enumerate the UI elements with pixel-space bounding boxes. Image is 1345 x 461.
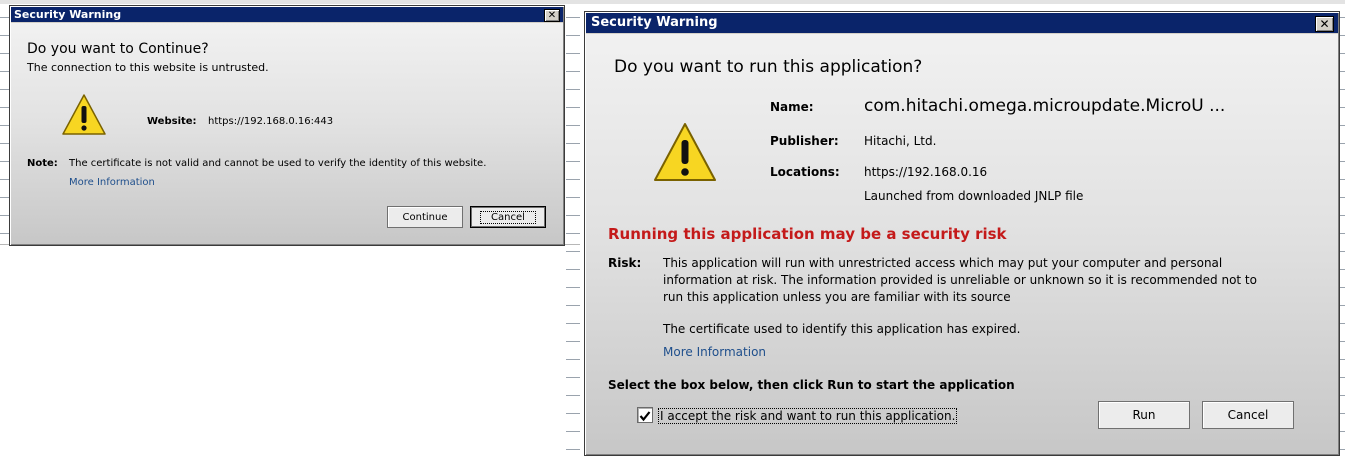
cancel-button[interactable]: Cancel (1202, 401, 1294, 429)
note-text: The certificate is not valid and cannot … (69, 158, 487, 169)
continue-button[interactable]: Continue (387, 206, 463, 228)
risk-text-line-1: This application will run with unrestric… (663, 256, 1223, 270)
application-security-dialog: Security Warning ✕ Do you want to run th… (584, 11, 1340, 456)
risk-heading: Running this application may be a securi… (608, 225, 1007, 243)
cancel-button[interactable]: Cancel (470, 206, 546, 228)
more-information-link[interactable]: More Information (663, 345, 766, 359)
dialog-heading: Do you want to Continue? (27, 41, 209, 57)
close-icon: ✕ (547, 10, 557, 21)
checkmark-icon (639, 411, 651, 422)
run-instruction: Select the box below, then click Run to … (608, 378, 1015, 392)
dialog-titlebar[interactable]: Security Warning ✕ (11, 7, 563, 22)
cancel-button-label: Cancel (1227, 408, 1269, 422)
risk-text-line-2: information at risk. The information pro… (663, 273, 1257, 287)
run-button-label: Run (1132, 408, 1156, 422)
background-strip (0, 0, 1345, 4)
close-button[interactable]: ✕ (1315, 16, 1334, 32)
continue-button-label: Continue (402, 211, 448, 223)
accept-risk-label[interactable]: I accept the risk and want to run this a… (658, 408, 958, 424)
locations-value: https://192.168.0.16 (864, 165, 988, 179)
warning-icon (62, 94, 106, 135)
close-button[interactable]: ✕ (544, 9, 560, 22)
website-security-dialog: Security Warning ✕ Do you want to Contin… (9, 5, 565, 246)
background-grid-middle (566, 0, 580, 461)
name-label: Name: (770, 100, 814, 114)
dialog-body: Do you want to run this application? Nam… (586, 34, 1338, 454)
more-information-link[interactable]: More Information (69, 177, 155, 188)
dialog-body: Do you want to Continue? The connection … (11, 23, 563, 244)
warning-icon (654, 123, 716, 181)
cancel-button-label: Cancel (480, 210, 536, 224)
dialog-heading: Do you want to run this application? (614, 57, 923, 77)
publisher-value: Hitachi, Ltd. (864, 134, 937, 148)
name-value: com.hitachi.omega.microupdate.MicroU ... (864, 96, 1226, 116)
website-label: Website: (147, 116, 197, 127)
certificate-text: The certificate used to identify this ap… (663, 322, 1021, 336)
locations-note: Launched from downloaded JNLP file (864, 189, 1084, 203)
locations-label: Locations: (770, 165, 840, 179)
dialog-title: Security Warning (591, 15, 718, 30)
dialog-title: Security Warning (14, 8, 122, 21)
accept-risk-checkbox[interactable] (637, 407, 653, 423)
risk-text-line-3: run this application unless you are fami… (663, 290, 1011, 304)
website-value: https://192.168.0.16:443 (208, 116, 334, 127)
risk-label: Risk: (608, 256, 642, 270)
publisher-label: Publisher: (770, 134, 839, 148)
dialog-titlebar[interactable]: Security Warning ✕ (586, 13, 1338, 33)
note-label: Note: (27, 158, 58, 169)
run-button[interactable]: Run (1098, 401, 1190, 429)
close-icon: ✕ (1319, 17, 1330, 31)
dialog-subheading: The connection to this website is untrus… (27, 61, 269, 74)
